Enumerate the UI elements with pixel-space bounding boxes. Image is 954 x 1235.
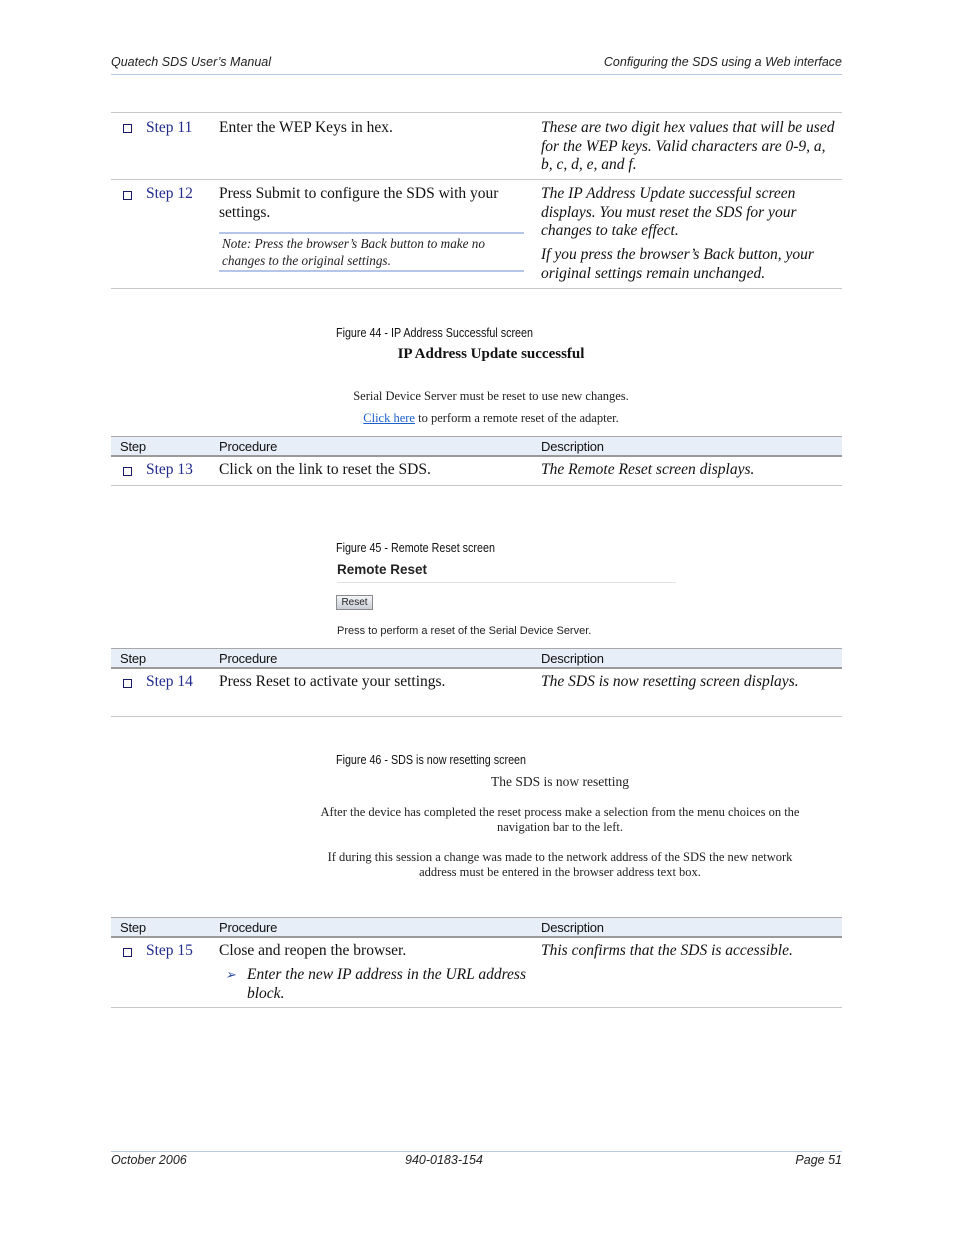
footer-date: October 2006 (111, 1153, 187, 1167)
procedure-text: Press Submit to configure the SDS with y… (219, 185, 499, 221)
checkbox-icon[interactable] (123, 191, 132, 200)
step-label: Step 12 (146, 185, 193, 202)
figure-46-paragraph-2: If during this session a change was made… (327, 850, 793, 879)
header-procedure: Procedure (219, 920, 278, 935)
table-header-row: Step Procedure Description (111, 648, 842, 669)
figure-46-paragraph-1: After the device has completed the reset… (320, 805, 800, 834)
description-text: The SDS is now resetting screen displays… (541, 673, 799, 690)
page-footer: October 2006 940-0183-154 Page 51 (111, 1151, 842, 1171)
description-text: The Remote Reset screen displays. (541, 461, 755, 478)
click-here-link[interactable]: Click here (363, 411, 415, 425)
step-label: Step 11 (146, 119, 193, 136)
procedure-text: Press Reset to activate your settings. (219, 673, 446, 690)
table-row-step-12: Step 12 Press Submit to configure the SD… (111, 180, 842, 289)
page-header: Quatech SDS User’s Manual Configuring th… (111, 53, 842, 75)
procedure-text: Enter the WEP Keys in hex. (219, 119, 393, 136)
steps-table-1: Step 11 Enter the WEP Keys in hex. These… (111, 112, 842, 289)
arrow-bullet-icon: ➢ (225, 967, 236, 982)
reset-button[interactable]: Reset (336, 595, 373, 610)
footer-doc-number: 940-0183-154 (405, 1153, 483, 1167)
table-row-step-13: Step 13 Click on the link to reset the S… (111, 457, 842, 486)
steps-table-4: Step Procedure Description Step 15 Close… (111, 917, 842, 1008)
header-procedure: Procedure (219, 651, 278, 666)
header-step: Step (120, 439, 146, 454)
description-text: This confirms that the SDS is accessible… (541, 942, 793, 959)
figure-44-link-line: Click here to perform a remote reset of … (300, 411, 682, 426)
step-label: Step 15 (146, 942, 193, 959)
checkbox-icon[interactable] (123, 948, 132, 957)
sub-step-text: Enter the new IP address in the URL addr… (247, 966, 526, 1002)
figure-45-divider (337, 582, 676, 583)
table-row-step-15: Step 15 Close and reopen the browser. ➢ … (111, 938, 842, 1008)
checkbox-icon[interactable] (123, 124, 132, 133)
section-title: Configuring the SDS using a Web interfac… (603, 55, 842, 69)
figure-46-title: The SDS is now resetting (491, 774, 629, 789)
figure-46-caption: Figure 46 - SDS is now resetting screen (336, 753, 527, 767)
description-text: The IP Address Update successful screen … (541, 185, 797, 239)
steps-table-2: Step Procedure Description Step 13 Click… (111, 436, 842, 486)
steps-table-3: Step Procedure Description Step 14 Press… (111, 648, 842, 717)
header-description: Description (541, 920, 604, 935)
description-text-secondary: If you press the browser’s Back button, … (541, 246, 814, 282)
figure-44-message: Serial Device Server must be reset to us… (353, 389, 629, 403)
checkbox-icon[interactable] (123, 679, 132, 688)
figure-44-link-rest: to perform a remote reset of the adapter… (414, 411, 619, 425)
header-description: Description (541, 651, 604, 666)
header-step: Step (120, 920, 146, 935)
checkbox-icon[interactable] (123, 467, 132, 476)
table-header-row: Step Procedure Description (111, 436, 842, 457)
step-label: Step 14 (146, 673, 193, 690)
description-text: These are two digit hex values that will… (541, 119, 835, 173)
procedure-text: Click on the link to reset the SDS. (219, 461, 431, 478)
header-procedure: Procedure (219, 439, 278, 454)
figure-44-caption: Figure 44 - IP Address Successful screen (336, 326, 533, 340)
header-step: Step (120, 651, 146, 666)
figure-45-title: Remote Reset (337, 562, 428, 577)
table-row-step-14: Step 14 Press Reset to activate your set… (111, 669, 842, 717)
table-header-row: Step Procedure Description (111, 917, 842, 938)
figure-45-text: Press to perform a reset of the Serial D… (337, 625, 592, 637)
manual-title: Quatech SDS User’s Manual (111, 55, 272, 69)
header-description: Description (541, 439, 604, 454)
table-row-step-11: Step 11 Enter the WEP Keys in hex. These… (111, 112, 842, 180)
procedure-text: Close and reopen the browser. (219, 942, 407, 959)
figure-44-title: IP Address Update successful (397, 346, 585, 362)
note-box: Note: Press the browser’s Back button to… (219, 232, 524, 272)
footer-page-number: Page 51 (795, 1153, 842, 1167)
figure-45-caption: Figure 45 - Remote Reset screen (336, 541, 495, 555)
step-label: Step 13 (146, 461, 193, 478)
